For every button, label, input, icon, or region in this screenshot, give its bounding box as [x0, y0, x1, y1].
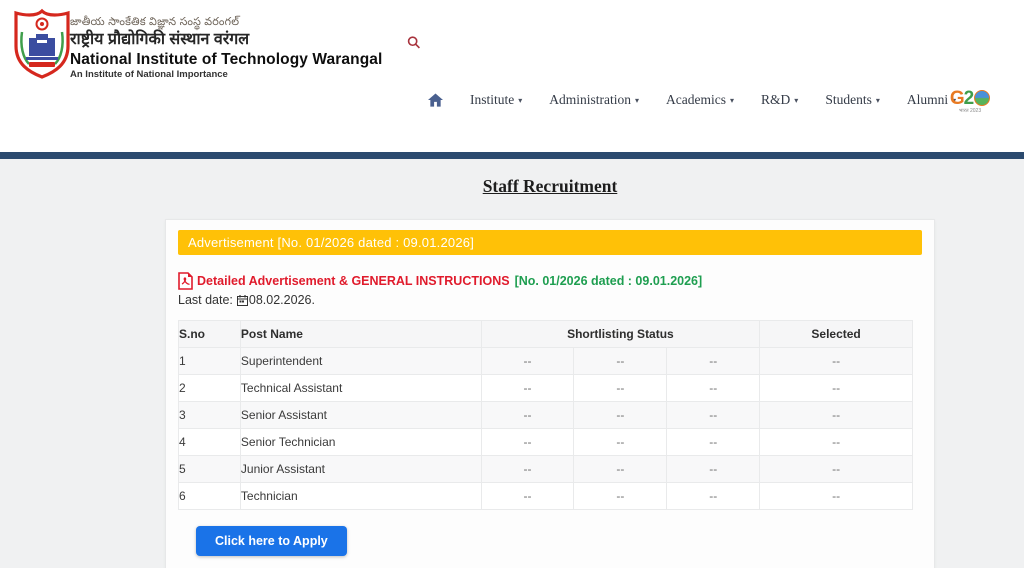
table-row: 6Technician--------	[179, 483, 913, 510]
cell-status-2: --	[574, 483, 667, 510]
main-content: Staff Recruitment Advertisement [No. 01/…	[0, 159, 1024, 568]
detailed-advertisement-link[interactable]: Detailed Advertisement & GENERAL INSTRUC…	[197, 274, 510, 288]
g20-logo[interactable]: G2 भारत 2023	[944, 88, 996, 114]
recruitment-table-body: 1Superintendent--------2Technical Assist…	[179, 348, 913, 510]
advertisement-reference: [No. 01/2026 dated : 09.01.2026]	[515, 274, 703, 288]
g20-g: G	[950, 88, 964, 109]
table-row: 3Senior Assistant--------	[179, 402, 913, 429]
col-header-post-name: Post Name	[240, 321, 481, 348]
g20-globe-icon	[974, 90, 990, 106]
cell-status-3: --	[667, 375, 760, 402]
cell-selected: --	[760, 483, 913, 510]
cell-sno: 4	[179, 429, 241, 456]
header-divider-bar	[0, 152, 1024, 159]
table-row: 4Senior Technician--------	[179, 429, 913, 456]
table-row: 5Junior Assistant--------	[179, 456, 913, 483]
cell-status-1: --	[481, 375, 574, 402]
calendar-icon	[237, 295, 248, 306]
col-header-sno: S.no	[179, 321, 241, 348]
apply-button[interactable]: Click here to Apply	[196, 526, 347, 556]
nitw-logo	[11, 8, 73, 80]
nav-item-rd[interactable]: R&D ▾	[761, 92, 798, 108]
cell-status-1: --	[481, 402, 574, 429]
cell-status-3: --	[667, 348, 760, 375]
cell-status-2: --	[574, 402, 667, 429]
institute-titles: జాతీయ సాంకేతిక విజ్ఞాన సంస్థ వరంగల్ राष्…	[70, 16, 382, 81]
institute-name-telugu: జాతీయ సాంకేతిక విజ్ఞాన సంస్థ వరంగల్	[70, 16, 382, 29]
cell-status-2: --	[574, 348, 667, 375]
nav-label: Institute	[470, 92, 514, 108]
recruitment-card: Advertisement [No. 01/2026 dated : 09.01…	[165, 219, 935, 568]
g20-two: 2	[964, 88, 974, 109]
cell-status-1: --	[481, 429, 574, 456]
nav-label: Academics	[666, 92, 726, 108]
cell-sno: 5	[179, 456, 241, 483]
table-row: 1Superintendent--------	[179, 348, 913, 375]
cell-selected: --	[760, 375, 913, 402]
institute-name-english: National Institute of Technology Waranga…	[70, 51, 382, 69]
cell-status-1: --	[481, 348, 574, 375]
chevron-down-icon: ▾	[635, 95, 639, 105]
last-date-row: Last date: 08.02.2026.	[178, 293, 922, 307]
home-icon	[428, 93, 443, 107]
cell-status-3: --	[667, 429, 760, 456]
cell-post-name: Technical Assistant	[240, 375, 481, 402]
cell-status-1: --	[481, 456, 574, 483]
cell-selected: --	[760, 429, 913, 456]
cell-sno: 2	[179, 375, 241, 402]
cell-status-2: --	[574, 456, 667, 483]
cell-selected: --	[760, 402, 913, 429]
nav-item-students[interactable]: Students ▾	[825, 92, 880, 108]
advertisement-banner: Advertisement [No. 01/2026 dated : 09.01…	[178, 230, 922, 255]
table-row: 2Technical Assistant--------	[179, 375, 913, 402]
cell-post-name: Superintendent	[240, 348, 481, 375]
search-icon[interactable]	[404, 34, 424, 54]
recruitment-table: S.no Post Name Shortlisting Status Selec…	[178, 320, 913, 510]
cell-selected: --	[760, 456, 913, 483]
cell-sno: 6	[179, 483, 241, 510]
cell-post-name: Technician	[240, 483, 481, 510]
nav-item-institute[interactable]: Institute ▾	[470, 92, 522, 108]
cell-status-1: --	[481, 483, 574, 510]
chevron-down-icon: ▾	[794, 95, 798, 105]
nav-home[interactable]	[428, 93, 443, 107]
cell-selected: --	[760, 348, 913, 375]
cell-status-2: --	[574, 375, 667, 402]
col-header-selected: Selected	[760, 321, 913, 348]
institute-tagline: An Institute of National Importance	[70, 70, 382, 81]
col-header-shortlisting-status: Shortlisting Status	[481, 321, 760, 348]
cell-post-name: Junior Assistant	[240, 456, 481, 483]
nav-label: Alumni	[907, 92, 948, 108]
nav-label: Administration	[549, 92, 631, 108]
chevron-down-icon: ▾	[876, 95, 880, 105]
last-date-label: Last date:	[178, 293, 233, 307]
cell-post-name: Senior Assistant	[240, 402, 481, 429]
chevron-down-icon: ▾	[730, 95, 734, 105]
cell-status-2: --	[574, 429, 667, 456]
page-title: Staff Recruitment	[165, 176, 935, 197]
nav-label: R&D	[761, 92, 790, 108]
last-date-value: 08.02.2026.	[249, 293, 315, 307]
nav-item-academics[interactable]: Academics ▾	[666, 92, 734, 108]
nav-label: Students	[825, 92, 872, 108]
main-nav: Institute ▾ Administration ▾ Academics ▾…	[428, 92, 956, 108]
cell-status-3: --	[667, 456, 760, 483]
table-header-row: S.no Post Name Shortlisting Status Selec…	[179, 321, 913, 348]
cell-post-name: Senior Technician	[240, 429, 481, 456]
institute-name-hindi: राष्ट्रीय प्रौद्योगिकी संस्थान वरंगल	[70, 31, 382, 49]
chevron-down-icon: ▾	[518, 95, 522, 105]
cell-status-3: --	[667, 483, 760, 510]
cell-sno: 1	[179, 348, 241, 375]
pdf-file-icon	[178, 272, 193, 290]
site-header: జాతీయ సాంకేతిక విజ్ఞాన సంస్థ వరంగల్ राष्…	[0, 0, 1024, 152]
cell-sno: 3	[179, 402, 241, 429]
cell-status-3: --	[667, 402, 760, 429]
nav-item-administration[interactable]: Administration ▾	[549, 92, 639, 108]
